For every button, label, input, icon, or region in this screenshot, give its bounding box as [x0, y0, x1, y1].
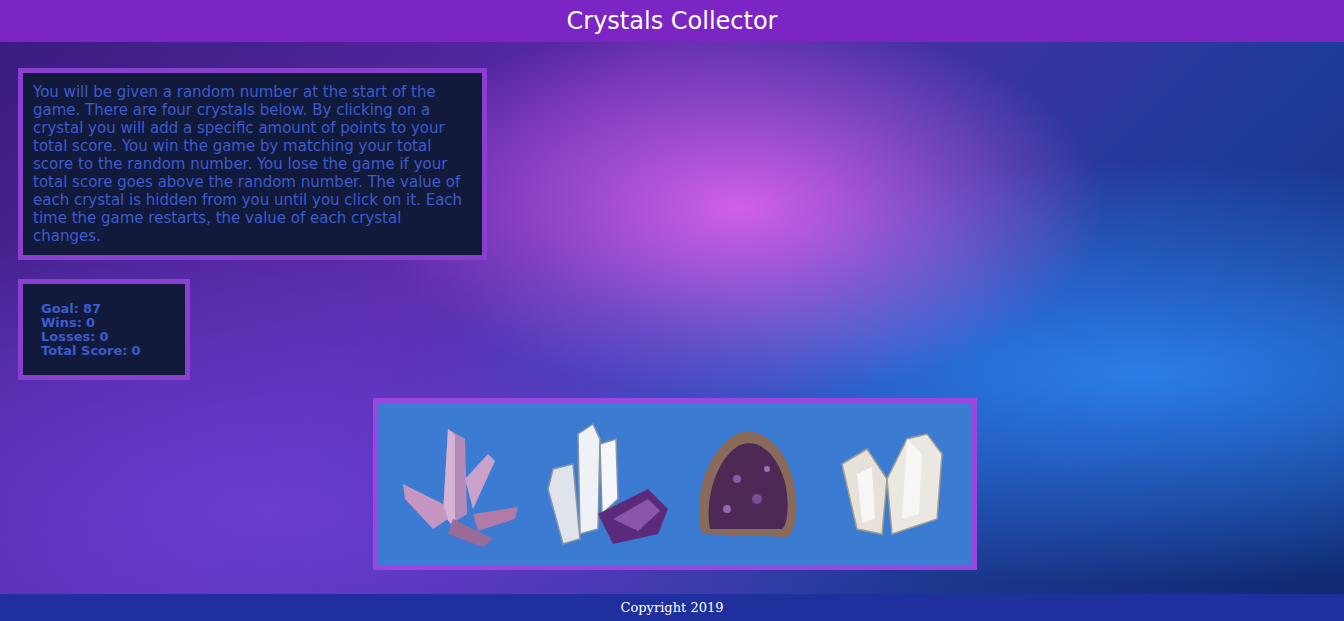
stat-row: Goal: 87 [41, 302, 175, 316]
instructions-text: You will be given a random number at the… [33, 83, 472, 245]
header: Crystals Collector [0, 0, 1344, 42]
crystal-button[interactable] [682, 419, 812, 549]
stat-value: 87 [83, 302, 101, 316]
stat-row: Total Score: 0 [41, 344, 175, 358]
page-title: Crystals Collector [567, 7, 778, 35]
stat-label: Goal: [41, 302, 79, 316]
stat-value: 0 [99, 330, 108, 344]
quartz-amethyst-icon [538, 419, 668, 549]
stat-value: 0 [131, 344, 140, 358]
crystal-button[interactable] [393, 419, 523, 549]
footer: Copyright 2019 [0, 594, 1344, 621]
crystals-panel [373, 398, 977, 570]
copyright-text: Copyright 2019 [621, 600, 724, 615]
crystal-button[interactable] [538, 419, 668, 549]
pink-crystal-icon [393, 419, 523, 549]
stat-row: Wins: 0 [41, 316, 175, 330]
stat-label: Total Score: [41, 344, 127, 358]
page: Crystals Collector You will be given a ra… [0, 0, 1344, 621]
stat-label: Losses: [41, 330, 95, 344]
stats-box: Goal:87Wins:0Losses:0Total Score:0 [18, 279, 190, 380]
stat-label: Wins: [41, 316, 82, 330]
crystal-button[interactable] [827, 419, 957, 549]
clear-quartz-icon [827, 419, 957, 549]
geode-icon [682, 419, 812, 549]
background-photo: You will be given a random number at the… [0, 42, 1344, 594]
stat-value: 0 [86, 316, 95, 330]
instructions-box: You will be given a random number at the… [18, 68, 487, 260]
stat-row: Losses: 0 [41, 330, 175, 344]
